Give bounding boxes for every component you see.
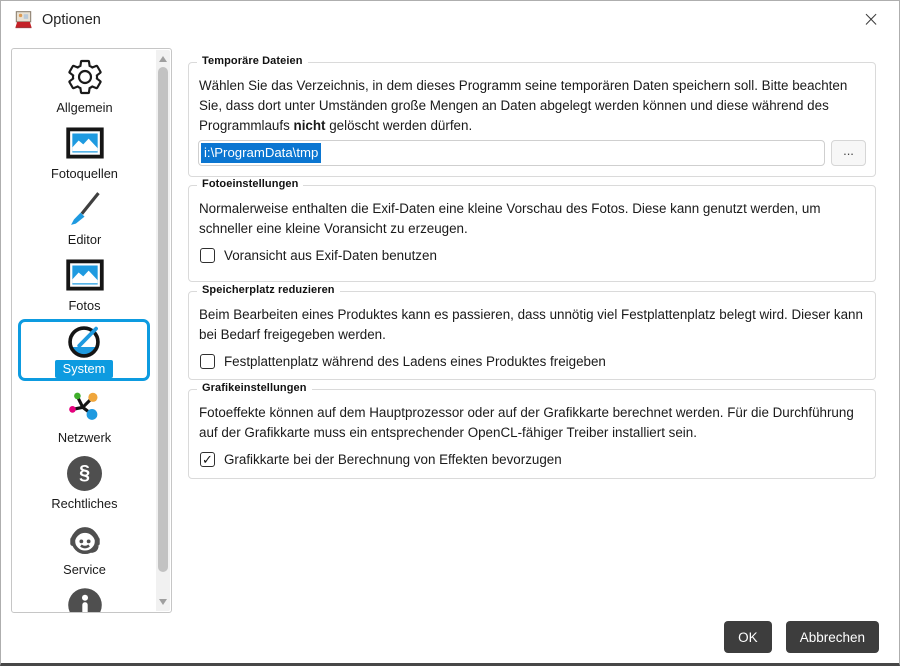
options-dialog: Optionen × Allgemein Fotoquellen Editor … bbox=[0, 0, 900, 666]
groupbox-title: Temporäre Dateien bbox=[197, 55, 308, 67]
sidebar-nav-list: Allgemein Fotoquellen Editor Fotos Syste… bbox=[13, 49, 156, 612]
headset-icon bbox=[66, 517, 104, 561]
groupbox-description: Normalerweise enthalten die Exif-Daten e… bbox=[199, 201, 821, 237]
sidebar-item-label: System bbox=[54, 360, 114, 379]
path-row: i:\ProgramData\tmp ... bbox=[198, 140, 866, 166]
groupbox-title: Fotoeinstellungen bbox=[197, 178, 304, 190]
checkbox-label: Grafikkarte bei der Berechnung von Effek… bbox=[224, 452, 562, 468]
groupbox-title: Speicherplatz reduzieren bbox=[197, 284, 340, 296]
sidebar-item-label: Editor bbox=[67, 232, 102, 247]
sidebar-item-system[interactable]: System bbox=[18, 319, 150, 381]
checkbox[interactable] bbox=[200, 354, 215, 370]
sidebar-item-info[interactable] bbox=[13, 581, 156, 612]
groupbox-description: Fotoeffekte können auf dem Hauptprozesso… bbox=[199, 405, 854, 441]
checkbox[interactable] bbox=[200, 248, 215, 264]
groupbox-fotoeinstellungen: Fotoeinstellungen Normalerweise enthalte… bbox=[188, 178, 876, 282]
title-bar: Optionen × bbox=[1, 1, 899, 38]
footer-buttons: OK Abbrechen bbox=[724, 621, 879, 653]
sidebar-item-label: Allgemein bbox=[56, 100, 113, 115]
sidebar-item-fotos[interactable]: Fotos bbox=[13, 251, 156, 317]
share-network-icon bbox=[66, 385, 104, 429]
gpu-prefer-checkbox-row[interactable]: ✓ Grafikkarte bei der Berechnung von Eff… bbox=[200, 452, 875, 468]
free-disk-space-checkbox-row[interactable]: Festplattenplatz während des Ladens eine… bbox=[200, 354, 875, 370]
exif-preview-checkbox-row[interactable]: Voransicht aus Exif-Daten benutzen bbox=[200, 248, 875, 264]
groupbox-speicherplatz: Speicherplatz reduzieren Beim Bearbeiten… bbox=[188, 284, 876, 380]
checkbox-checked[interactable]: ✓ bbox=[200, 452, 215, 468]
groupbox-description: Beim Bearbeiten eines Produktes kann es … bbox=[199, 307, 863, 343]
sidebar: Allgemein Fotoquellen Editor Fotos Syste… bbox=[11, 48, 172, 613]
paragraph-icon: § bbox=[67, 451, 102, 495]
close-button[interactable]: × bbox=[853, 4, 889, 34]
groupbox-temporaere-dateien: Temporäre Dateien Wählen Sie das Verzeic… bbox=[188, 55, 876, 177]
groupbox-title: Grafikeinstellungen bbox=[197, 382, 312, 394]
ok-button[interactable]: OK bbox=[724, 621, 772, 653]
sidebar-item-fotoquellen[interactable]: Fotoquellen bbox=[13, 119, 156, 185]
description-bold-word: nicht bbox=[293, 118, 326, 134]
info-icon bbox=[66, 583, 104, 612]
scroll-down-icon[interactable] bbox=[159, 599, 167, 605]
app-logo-icon bbox=[14, 10, 33, 29]
paragraph-glyph: § bbox=[67, 455, 102, 491]
sidebar-item-service[interactable]: Service bbox=[13, 515, 156, 581]
sidebar-item-netzwerk[interactable]: Netzwerk bbox=[13, 383, 156, 449]
cancel-button[interactable]: Abbrechen bbox=[785, 621, 879, 653]
sidebar-item-label: Netzwerk bbox=[57, 430, 112, 445]
gauge-icon bbox=[65, 322, 103, 360]
photo-icon bbox=[65, 121, 104, 165]
checkbox-label: Festplattenplatz während des Ladens eine… bbox=[224, 354, 606, 370]
scroll-up-icon[interactable] bbox=[159, 56, 167, 62]
temp-path-input[interactable]: i:\ProgramData\tmp bbox=[198, 140, 825, 166]
sidebar-item-label: Fotoquellen bbox=[51, 166, 118, 181]
browse-button[interactable]: ... bbox=[831, 140, 866, 166]
sidebar-item-editor[interactable]: Editor bbox=[13, 185, 156, 251]
checkbox-label: Voransicht aus Exif-Daten benutzen bbox=[224, 248, 437, 264]
sidebar-item-label: Rechtliches bbox=[51, 496, 118, 511]
groupbox-description: Wählen Sie das Verzeichnis, in dem diese… bbox=[189, 63, 875, 136]
sidebar-scrollbar[interactable] bbox=[156, 50, 170, 611]
selected-path-text: i:\ProgramData\tmp bbox=[200, 143, 322, 163]
description-text: gelöscht werden dürfen. bbox=[325, 118, 473, 134]
gear-icon bbox=[65, 55, 105, 99]
window-title: Optionen bbox=[42, 11, 101, 28]
photo-icon bbox=[65, 253, 104, 297]
brush-icon bbox=[66, 187, 104, 231]
sidebar-item-rechtliches[interactable]: § Rechtliches bbox=[13, 449, 156, 515]
sidebar-item-allgemein[interactable]: Allgemein bbox=[13, 53, 156, 119]
scrollbar-thumb[interactable] bbox=[158, 67, 168, 572]
groupbox-grafikeinstellungen: Grafikeinstellungen Fotoeffekte können a… bbox=[188, 382, 876, 479]
sidebar-item-label: Service bbox=[63, 562, 106, 577]
sidebar-item-label: Fotos bbox=[68, 298, 101, 313]
